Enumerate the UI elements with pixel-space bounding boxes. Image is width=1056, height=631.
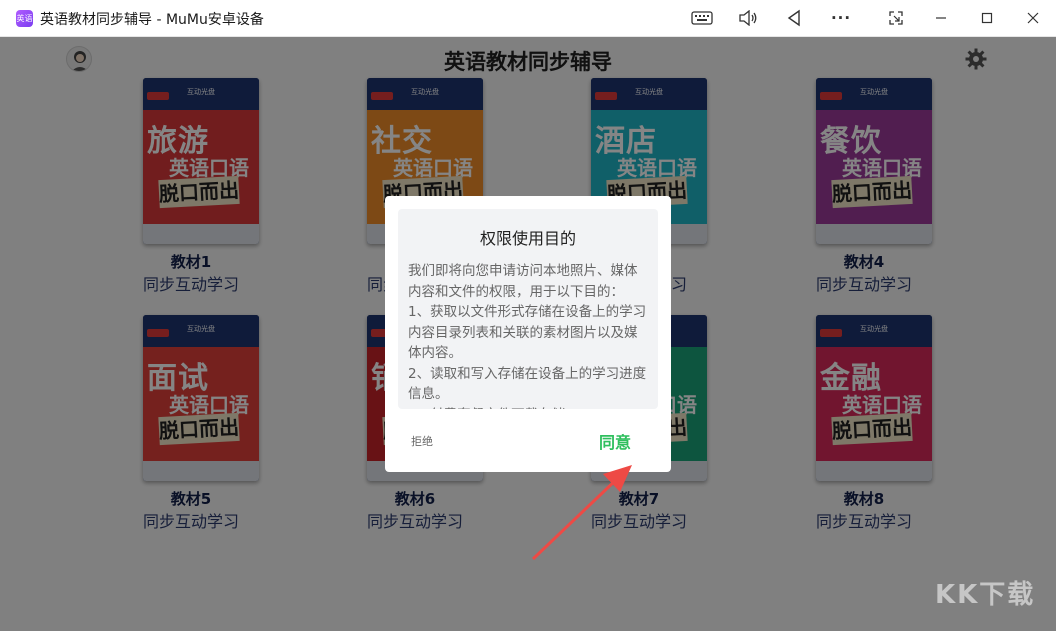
emulator-screen: 英语教材同步辅导 互动光盘 旅游 英语口语 脱口而出 教材1 同步互动学习 互动光盘 社交 英语… xyxy=(0,37,1056,631)
app-icon: 英语 xyxy=(16,10,33,27)
watermark: KK下载 xyxy=(935,580,1036,610)
window-titlebar: 英语 英语教材同步辅导 - MuMu安卓设备 ··· xyxy=(0,0,1056,37)
minimize-icon[interactable] xyxy=(927,6,955,30)
keyboard-icon[interactable] xyxy=(688,6,716,30)
back-icon[interactable] xyxy=(780,6,808,30)
window-title: 英语教材同步辅导 - MuMu安卓设备 xyxy=(40,12,264,28)
annotation-arrow-icon xyxy=(531,465,632,561)
volume-icon[interactable] xyxy=(734,6,762,30)
close-icon[interactable] xyxy=(1019,6,1047,30)
more-icon[interactable]: ··· xyxy=(827,6,855,30)
maximize-icon[interactable] xyxy=(973,6,1001,30)
screenshot-icon[interactable] xyxy=(882,6,910,30)
